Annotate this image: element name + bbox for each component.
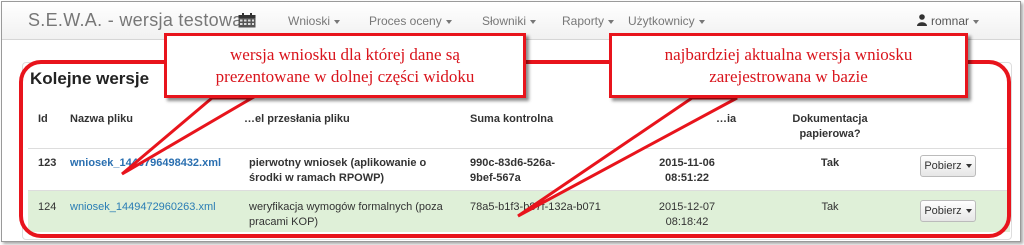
annotation-right-line2: zarejestrowana w bazie	[709, 67, 868, 86]
nav-uzytkownicy[interactable]: Użytkownicy	[628, 14, 705, 28]
nav-label: Proces oceny	[369, 14, 442, 28]
user-name: romnar	[931, 14, 970, 28]
user-menu[interactable]: romnar	[931, 14, 980, 28]
nav-raporty[interactable]: Raporty	[562, 14, 615, 28]
calendar-icon[interactable]	[238, 13, 256, 28]
nav-label: Słowniki	[482, 14, 527, 28]
browser-screenshot: S.E.W.A. - wersja testowa Wnioski Proces…	[1, 1, 1021, 242]
caret-down-icon	[445, 19, 452, 24]
annotation-right: najbardziej aktualna wersja wniosku zare…	[609, 33, 968, 98]
caret-down-icon	[334, 19, 341, 24]
caret-down-icon	[973, 19, 980, 24]
caret-down-icon	[698, 19, 705, 24]
annotation-left-line2: prezentowane w dolnej części widoku	[215, 67, 475, 86]
annotation-left: wersja wniosku dla której dane są prezen…	[164, 33, 526, 98]
annotation-right-line1: najbardziej aktualna wersja wniosku	[664, 45, 913, 64]
nav-wnioski[interactable]: Wnioski	[288, 14, 341, 28]
caret-down-icon	[608, 19, 615, 24]
annotation-left-line1: wersja wniosku dla której dane są	[230, 45, 460, 64]
caret-down-icon	[530, 19, 537, 24]
nav-label: Użytkownicy	[628, 14, 695, 28]
nav-label: Wnioski	[288, 14, 331, 28]
nav-proces-oceny[interactable]: Proces oceny	[369, 14, 452, 28]
app-title[interactable]: S.E.W.A. - wersja testowa	[28, 10, 243, 31]
user-icon	[917, 14, 927, 26]
nav-label: Raporty	[562, 14, 605, 28]
nav-slowniki[interactable]: Słowniki	[482, 14, 537, 28]
